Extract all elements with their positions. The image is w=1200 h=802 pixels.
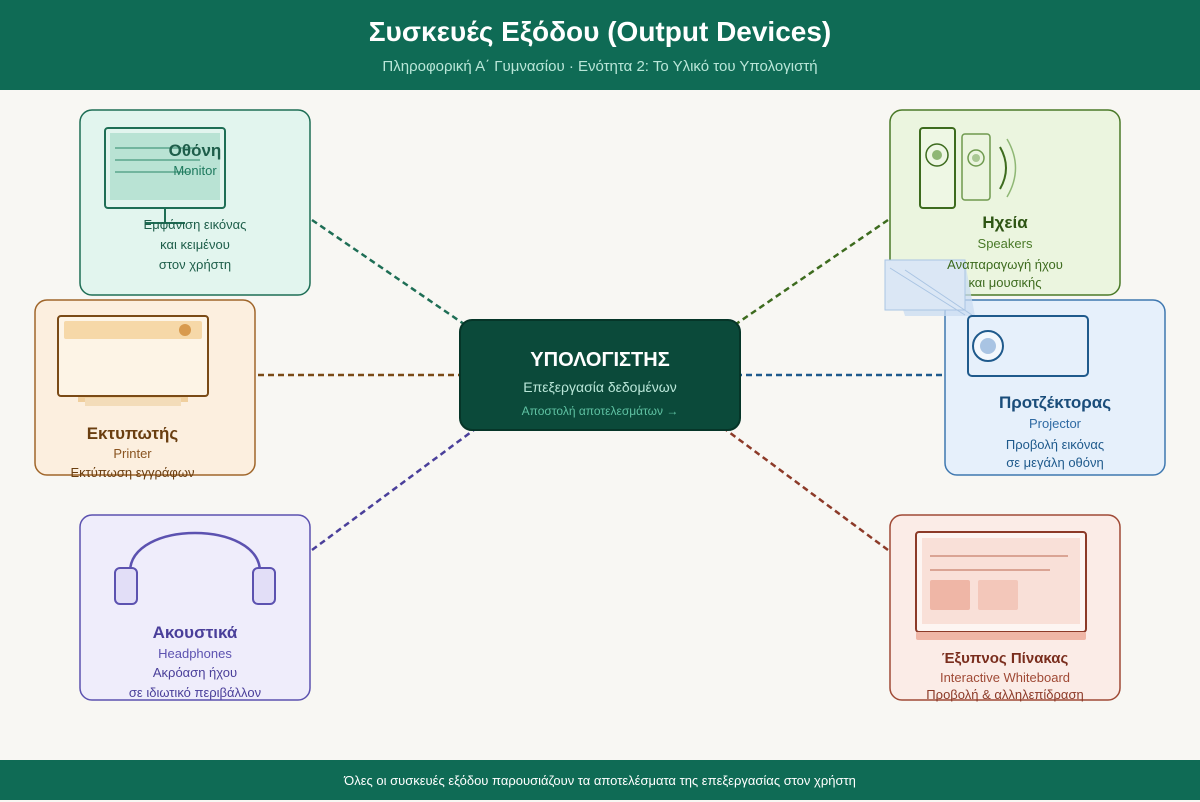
projector-name: Προτζέκτορας: [998, 393, 1112, 412]
projector-desc-2: σε μεγάλη οθόνη: [1006, 455, 1104, 470]
footer-bar: Όλες οι συσκευές εξόδου παρουσιάζουν τα …: [0, 760, 1200, 800]
connector-speakers: [719, 218, 889, 337]
projector-en: Projector: [1028, 416, 1082, 431]
speakers-desc-2: και μουσικής: [968, 275, 1042, 290]
footer-text: Όλες οι συσκευές εξόδου παρουσιάζουν τα …: [344, 773, 856, 788]
connector-whiteboard: [709, 416, 889, 552]
headphones-desc-2: σε ιδιωτικό περιβάλλον: [128, 685, 262, 700]
computer-note: Αποστολή αποτελεσμάτων →: [521, 404, 679, 418]
monitor-desc-3: στον χρήστη: [158, 257, 232, 272]
monitor-desc-2: και κειμένου: [160, 237, 230, 252]
headphones-name: Ακουστικά: [152, 623, 238, 642]
whiteboard-desc-1: Προβολή & αλληλεπίδραση: [926, 687, 1084, 702]
monitor-en: Monitor: [173, 163, 217, 178]
headphones-desc-1: Ακρόαση ήχου: [152, 665, 238, 680]
connector-headphones: [311, 416, 491, 552]
speakers-desc-1: Αναπαραγωγή ήχου: [947, 257, 1063, 272]
connector-monitor: [311, 218, 481, 337]
whiteboard-icon: [915, 531, 1087, 640]
computer-title: ΥΠΟΛΟΓΙΣΤΗΣ: [530, 349, 670, 371]
printer-icon: [57, 315, 209, 406]
whiteboard-name: Έξυπνος Πίνακας: [941, 650, 1069, 667]
printer-name: Εκτυπωτής: [86, 424, 179, 443]
speakers-name: Ηχεία: [982, 213, 1028, 232]
projector-desc-1: Προβολή εικόνας: [1005, 437, 1105, 452]
computer-subtitle: Επεξεργασία δεδομένων: [523, 379, 677, 395]
printer-en: Printer: [113, 446, 152, 461]
whiteboard-en: Interactive Whiteboard: [939, 670, 1071, 685]
printer-desc-1: Εκτύπωση εγγράφων: [70, 465, 195, 480]
monitor-desc-1: Εμφάνιση εικόνας: [143, 217, 247, 232]
headphones-en: Headphones: [158, 646, 232, 661]
speakers-en: Speakers: [977, 236, 1033, 251]
monitor-name: Οθόνη: [168, 141, 222, 160]
